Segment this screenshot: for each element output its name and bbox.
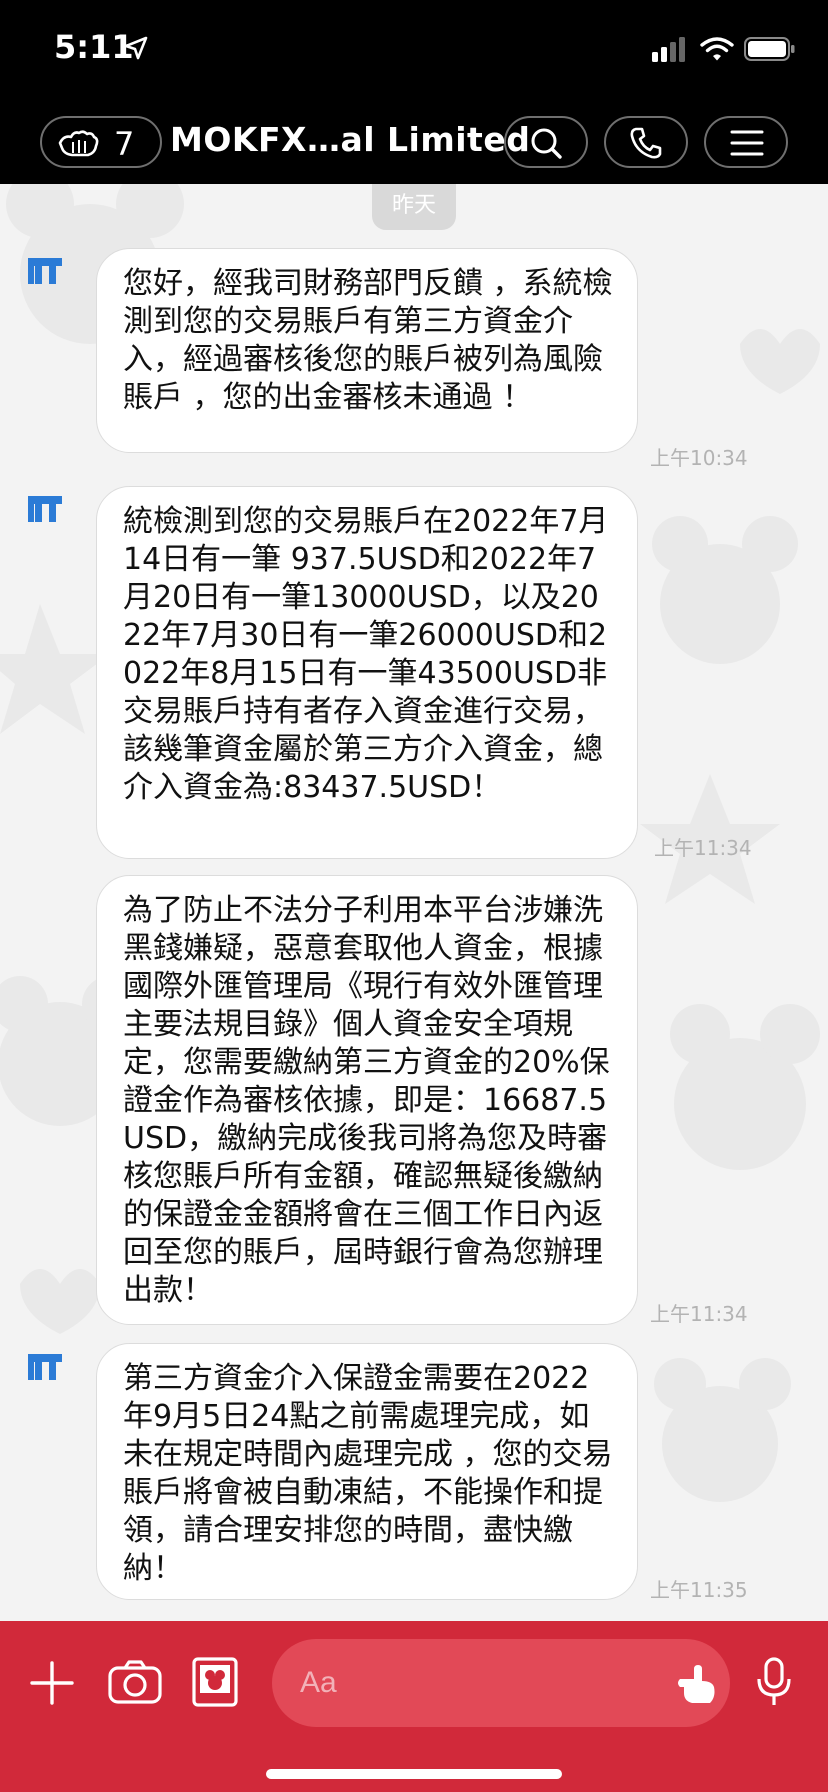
home-indicator bbox=[266, 1769, 562, 1779]
battery-icon bbox=[744, 37, 795, 61]
hamburger-menu-icon bbox=[730, 130, 764, 156]
cellular-signal-icon bbox=[652, 37, 685, 62]
message-composer bbox=[0, 1621, 828, 1792]
sender-avatar[interactable] bbox=[26, 256, 64, 286]
search-icon bbox=[531, 128, 562, 159]
search-button[interactable] bbox=[504, 116, 588, 168]
image-icon[interactable] bbox=[192, 1657, 238, 1707]
wifi-icon bbox=[700, 37, 734, 61]
date-separator: 昨天 bbox=[372, 184, 456, 230]
pointing-hand-icon[interactable] bbox=[676, 1663, 720, 1707]
phone-icon bbox=[630, 127, 662, 159]
message-timestamp: 上午11:34 bbox=[654, 836, 752, 860]
sender-avatar[interactable] bbox=[26, 494, 64, 524]
unread-count: 7 bbox=[114, 125, 135, 163]
message-bubble[interactable]: 為了防止不法分子利用本平台涉嫌洗黑錢嫌疑，惡意套取他人資金，根據國際外匯管理局《… bbox=[96, 875, 638, 1325]
call-button[interactable] bbox=[604, 116, 688, 168]
camera-icon[interactable] bbox=[108, 1659, 162, 1705]
message-timestamp: 上午11:35 bbox=[650, 1578, 748, 1602]
menu-button[interactable] bbox=[704, 116, 788, 168]
message-list[interactable]: 昨天 您好，經我司財務部門反饋 ，系統檢測到您的交易賬戶有第三方資金介入，經過審… bbox=[0, 184, 828, 1621]
message-timestamp: 上午10:34 bbox=[650, 446, 748, 470]
message-bubble[interactable]: 統檢測到您的交易賬戶在2022年7月14日有一筆 937.5USD和2022年7… bbox=[96, 486, 638, 859]
chat-header: 7 MOKFX…al Limited bbox=[0, 100, 828, 184]
hand-back-icon bbox=[58, 130, 99, 157]
plus-icon[interactable] bbox=[30, 1661, 74, 1705]
microphone-icon[interactable] bbox=[756, 1657, 792, 1709]
sender-avatar[interactable] bbox=[26, 1352, 64, 1382]
status-time: 5:11 bbox=[54, 28, 134, 66]
back-button[interactable]: 7 bbox=[40, 116, 162, 168]
location-arrow-icon bbox=[124, 36, 148, 60]
message-bubble[interactable]: 第三方資金介入保證金需要在2022年9月5日24點之前需處理完成，如未在規定時間… bbox=[96, 1343, 638, 1600]
message-timestamp: 上午11:34 bbox=[650, 1302, 748, 1326]
message-input[interactable] bbox=[272, 1639, 730, 1727]
status-bar: 5:11 bbox=[0, 0, 828, 100]
chat-title[interactable]: MOKFX…al Limited bbox=[170, 120, 530, 159]
message-bubble[interactable]: 您好，經我司財務部門反饋 ，系統檢測到您的交易賬戶有第三方資金介入，經過審核後您… bbox=[96, 248, 638, 453]
